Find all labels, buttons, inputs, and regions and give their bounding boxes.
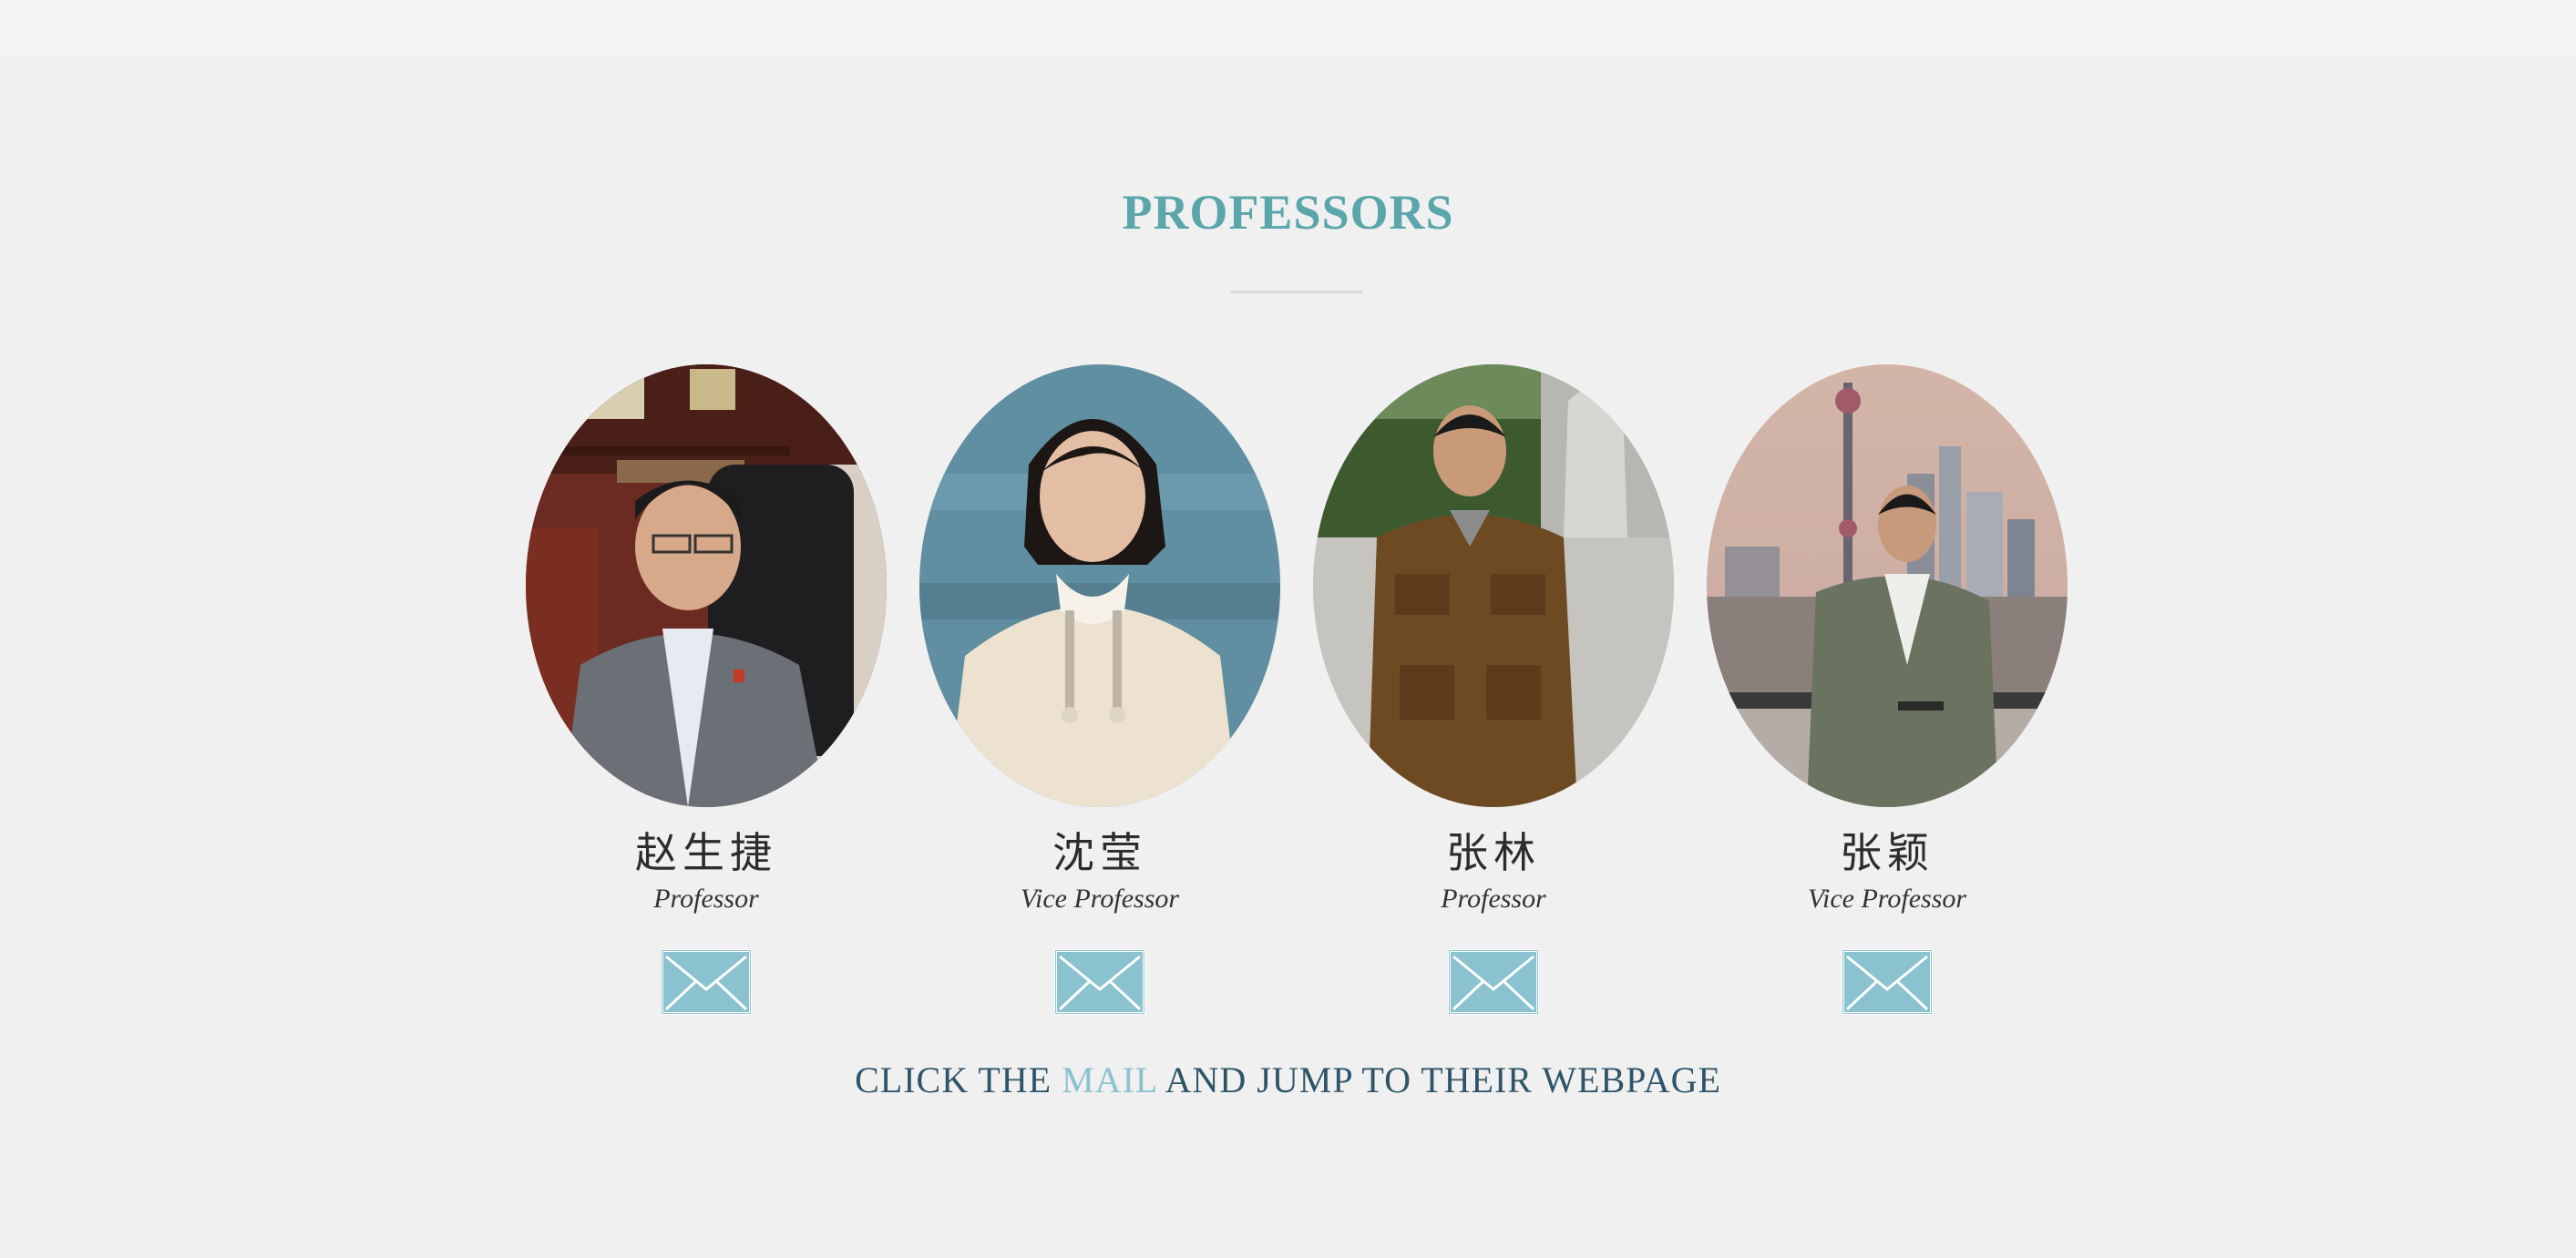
footer-suffix: AND JUMP TO THEIR WEBPAGE — [1156, 1059, 1721, 1100]
professor-card-1: 赵生捷 Professor — [526, 364, 887, 1020]
professor-role: Vice Professor — [1020, 884, 1180, 914]
professor-name: 赵生捷 — [635, 828, 777, 877]
professor-role: Professor — [653, 884, 759, 914]
footer-prefix: CLICK THE — [855, 1059, 1062, 1100]
professor-name: 沈莹 — [1052, 828, 1147, 877]
professor-photo-2 — [919, 364, 1280, 807]
professor-photo-4 — [1707, 364, 2068, 807]
professor-card-3: 张林 Professor — [1313, 364, 1674, 1020]
title-divider — [1230, 291, 1362, 293]
footer-instruction: CLICK THE MAIL AND JUMP TO THEIR WEBPAGE — [0, 1059, 2576, 1101]
professor-name: 张林 — [1446, 828, 1541, 877]
mail-icon[interactable] — [1842, 949, 1933, 1015]
professor-photo-1 — [526, 364, 887, 807]
mail-icon[interactable] — [1054, 949, 1145, 1015]
professor-name: 张颖 — [1840, 828, 1935, 877]
mail-icon[interactable] — [1448, 949, 1539, 1015]
footer-mail-highlight: MAIL — [1062, 1059, 1157, 1100]
top-navigation-bar — [0, 0, 2576, 57]
professor-role: Vice Professor — [1807, 884, 1967, 914]
professor-card-2: 沈莹 Vice Professor — [919, 364, 1280, 1020]
mail-icon[interactable] — [661, 949, 752, 1015]
professor-role: Professor — [1441, 884, 1546, 914]
section-title: PROFESSORS — [1122, 185, 1454, 240]
professor-card-4: 张颖 Vice Professor — [1707, 364, 2068, 1020]
professor-photo-3 — [1313, 364, 1674, 807]
